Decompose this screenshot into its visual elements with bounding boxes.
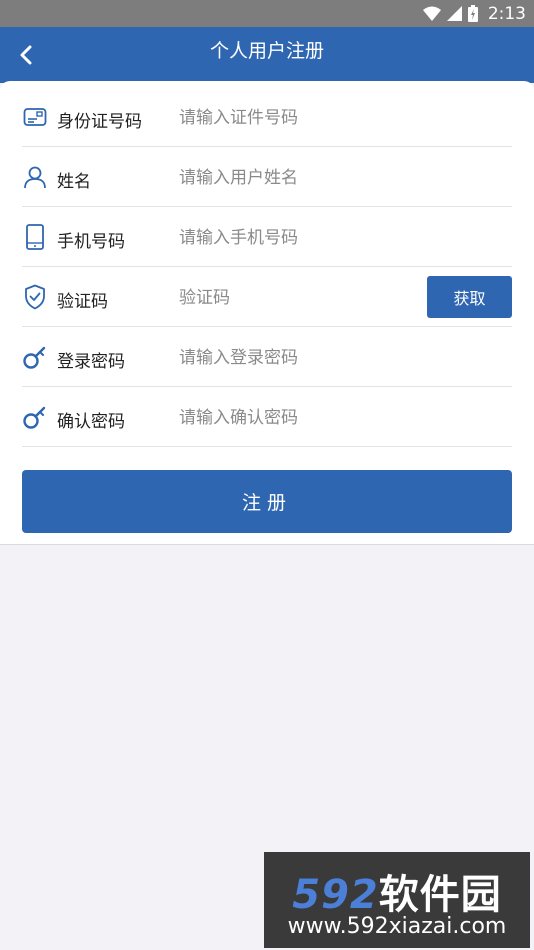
verification-code-row: 验证码 获取 <box>22 267 512 327</box>
name-row: 姓名 <box>22 147 512 207</box>
phone-icon <box>22 207 48 267</box>
status-bar: 2:13 <box>0 0 534 27</box>
phone-row: 手机号码 <box>22 207 512 267</box>
register-button[interactable]: 注册 <box>22 470 512 533</box>
id-number-input[interactable] <box>179 103 419 133</box>
watermark-logo-digits: 592 <box>292 872 379 918</box>
watermark: 592软件园 www.592xiazai.com <box>264 852 530 948</box>
page-title: 个人用户注册 <box>209 40 324 62</box>
watermark-logo-text: 软件园 <box>378 872 502 918</box>
signal-icon <box>446 6 462 21</box>
status-icons: 2:13 <box>422 3 526 24</box>
watermark-url: www.592xiazai.com <box>287 914 507 939</box>
battery-icon <box>467 5 478 22</box>
clock: 2:13 <box>487 3 526 24</box>
key-icon <box>22 387 48 447</box>
wifi-icon <box>422 6 441 21</box>
login-password-input[interactable] <box>179 343 419 373</box>
id-card-icon <box>22 87 48 147</box>
name-input[interactable] <box>179 163 419 193</box>
confirm-password-label: 确认密码 <box>57 412 125 432</box>
phone-input[interactable] <box>179 223 419 253</box>
confirm-password-input[interactable] <box>179 403 419 433</box>
watermark-logo: 592软件园 <box>264 862 530 920</box>
shield-check-icon <box>22 267 48 327</box>
id-number-row: 身份证号码 <box>22 87 512 147</box>
user-icon <box>22 147 48 207</box>
login-password-row: 登录密码 <box>22 327 512 387</box>
key-icon <box>22 327 48 387</box>
app-bar: 个人用户注册 <box>0 27 534 83</box>
get-code-button[interactable]: 获取 <box>427 276 512 318</box>
registration-form: 身份证号码 姓名 手机号码 验证码 获取 登录密码 <box>0 81 534 545</box>
confirm-password-row: 确认密码 <box>22 387 512 447</box>
verification-code-input[interactable] <box>179 283 399 313</box>
